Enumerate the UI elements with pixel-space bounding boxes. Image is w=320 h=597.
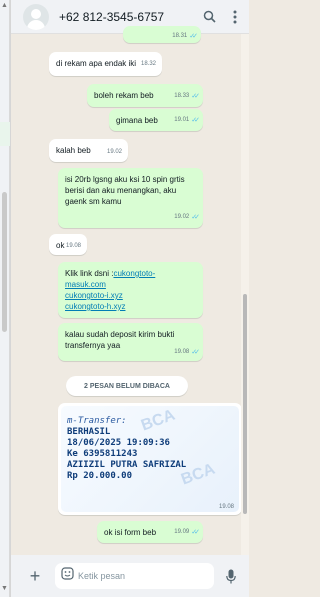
chat-scrollbar[interactable]: [241, 34, 249, 555]
scrollbar-thumb[interactable]: [243, 294, 247, 514]
background-scrollbar[interactable]: [2, 192, 7, 332]
message-bubble-outgoing[interactable]: boleh rekam beb 18.33 ✓✓: [87, 84, 203, 107]
message-time: 18.32: [140, 61, 156, 67]
message-time: 19.08: [174, 349, 190, 355]
message-time: 19.08: [218, 504, 234, 510]
message-text: isi 20rb lgsng aku ksi 10 spin grtis ber…: [65, 175, 185, 206]
message-bubble-outgoing[interactable]: 18.31 ✓✓: [123, 26, 201, 43]
microphone-icon[interactable]: [220, 569, 242, 584]
attach-plus-icon[interactable]: +: [21, 566, 49, 587]
message-bubble-outgoing[interactable]: kalau sudah deposit kirim bukti transfer…: [58, 323, 203, 361]
image-message[interactable]: BCA BCA m-Transfer: BERHASIL 18/06/2025 …: [58, 403, 242, 515]
message-input-placeholder: Ketik pesan: [78, 571, 126, 581]
message-bubble-outgoing[interactable]: Klik link dsni :cukongtoto-masuk.com cuk…: [58, 262, 203, 318]
unread-messages-banner: 2 PESAN BELUM DIBACA: [66, 376, 188, 396]
message-bubble-outgoing[interactable]: ok isi form beb 19.09 ✓✓: [97, 521, 203, 543]
read-ticks-icon: ✓✓: [191, 529, 200, 536]
message-bubble-outgoing[interactable]: gimana beb 19.01 ✓✓: [109, 109, 203, 131]
message-text: kalau sudah deposit kirim bukti transfer…: [65, 330, 175, 350]
message-time: 19.09: [174, 529, 190, 535]
receipt-line: AZIIZIL PUTRA SAFRIZAL: [67, 460, 187, 470]
highlighted-row: [0, 122, 10, 146]
message-composer: + Ketik pesan: [11, 555, 249, 597]
scroll-down-arrow-icon[interactable]: ▼: [1, 585, 8, 592]
message-text: boleh rekam beb: [94, 91, 154, 100]
message-text: kalah beb: [56, 146, 91, 155]
chat-window: +62 812-3545-6757 18.31 ✓✓ di rekam apa e…: [10, 0, 249, 597]
message-bubble-incoming[interactable]: ok 19.08: [49, 234, 87, 255]
read-ticks-icon: ✓✓: [191, 214, 200, 221]
message-text: ok: [56, 241, 65, 250]
message-time: 19.02: [174, 214, 190, 220]
message-link[interactable]: cukongtoto-h.xyz: [65, 302, 125, 311]
receipt-line: Rp 20.000.00: [67, 471, 133, 481]
message-time: 18.33: [174, 93, 190, 99]
kebab-menu-icon[interactable]: [224, 6, 246, 28]
message-input[interactable]: Ketik pesan: [55, 563, 214, 589]
message-time: 19.02: [106, 149, 122, 155]
sticker-icon[interactable]: [61, 567, 74, 585]
read-ticks-icon: ✓✓: [191, 93, 200, 100]
message-bubble-incoming[interactable]: di rekam apa endak iki 18.32: [49, 52, 162, 76]
message-bubble-outgoing[interactable]: isi 20rb lgsng aku ksi 10 spin grtis ber…: [58, 168, 203, 228]
message-text: ok isi form beb: [104, 528, 157, 537]
receipt-line: m-Transfer:: [67, 416, 127, 426]
receipt-line: BERHASIL: [67, 427, 111, 437]
message-time: 18.31: [172, 33, 188, 39]
receipt-line: 18/06/2025 19:09:36: [67, 438, 170, 448]
background-window-strip: ▲ ▼: [0, 0, 10, 597]
message-link[interactable]: cukongtoto-i.xyz: [65, 291, 123, 300]
message-list[interactable]: 18.31 ✓✓ di rekam apa endak iki 18.32 bol…: [11, 26, 242, 555]
receipt-line: Ke 6395811243: [67, 449, 138, 459]
read-ticks-icon: ✓✓: [191, 117, 200, 124]
message-time: 19.08: [65, 243, 81, 249]
scroll-up-arrow-icon[interactable]: ▲: [1, 2, 8, 9]
read-ticks-icon: ✓✓: [191, 349, 200, 356]
transfer-receipt-image[interactable]: BCA BCA m-Transfer: BERHASIL 18/06/2025 …: [61, 406, 239, 512]
message-text: Klik link dsni :: [65, 269, 114, 278]
message-time: 19.01: [174, 117, 190, 123]
avatar[interactable]: [23, 3, 49, 30]
message-text: gimana beb: [116, 116, 158, 125]
read-ticks-icon: ✓✓: [189, 33, 198, 40]
message-bubble-incoming[interactable]: kalah beb 19.02: [49, 139, 128, 162]
search-icon[interactable]: [198, 6, 220, 28]
message-text: di rekam apa endak iki: [56, 59, 137, 68]
contact-name[interactable]: +62 812-3545-6757: [59, 10, 198, 24]
